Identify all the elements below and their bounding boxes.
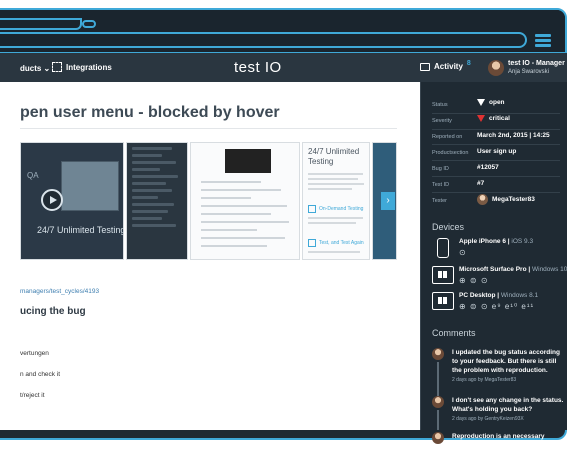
browser-tab[interactable] (0, 18, 82, 30)
reported-label: Reported on (432, 134, 463, 140)
chat-icon (420, 62, 430, 71)
testio-logo[interactable]: test IO (234, 59, 282, 76)
feature-label: Productsection (432, 150, 469, 156)
address-bar[interactable] (0, 32, 527, 48)
step-item: vertungen (20, 350, 49, 357)
integrations-label: Integrations (66, 62, 112, 72)
thread-line (437, 410, 439, 430)
device-item[interactable]: PC Desktop | Windows 8.1 ⊕ ⊜ ⊙ e⁹ e¹⁰ e¹… (432, 292, 538, 311)
user-role[interactable]: test IO - Manager (508, 60, 565, 67)
avatar[interactable] (432, 348, 444, 360)
user-name: Anja Swarovski (508, 69, 550, 75)
gallery-thumbnail-4[interactable]: 24/7 Unlimited Testing On-Demand Testing… (302, 142, 370, 260)
feature-label: Test, and Test Again (319, 240, 364, 246)
severity-label: Severity (432, 118, 452, 124)
tester-label: Tester (432, 198, 447, 204)
play-icon[interactable] (41, 189, 63, 211)
avatar[interactable] (432, 432, 444, 444)
video-caption-qa: QA (27, 171, 39, 180)
gallery-thumbnail-2[interactable] (126, 142, 188, 260)
bug-details-panel: Status open Severity critical Reported o… (420, 82, 567, 449)
gallery-thumbnail-3[interactable] (190, 142, 300, 260)
thumbnail-heading: 24/7 Unlimited Testing (308, 147, 360, 166)
chevron-right-icon[interactable]: › (381, 192, 395, 210)
critical-severity-icon (477, 115, 485, 122)
browser-icons: ⊕ ⊜ ⊙ e⁹ e¹⁰ e¹¹ (459, 302, 535, 311)
integrations-icon (52, 62, 62, 72)
reported-value: March 2nd, 2015 | 14:25 (477, 132, 550, 139)
status-label: Status (432, 102, 448, 108)
comments-heading: Comments (432, 328, 476, 338)
feature-label: On-Demand Testing (319, 206, 364, 212)
browser-icons: ⊕ ⊜ ⊙ (459, 276, 489, 285)
hamburger-menu-icon[interactable] (535, 34, 551, 48)
windows-tablet-icon (432, 266, 454, 284)
feature-icon (308, 205, 316, 213)
step-item: n and check it (20, 371, 61, 378)
tester-avatar (477, 194, 488, 205)
steps-heading: ucing the bug (20, 306, 86, 317)
avatar[interactable] (432, 396, 444, 408)
comment-meta: 2 days ago by GentryKeizen93X (452, 416, 524, 422)
gallery-video-thumbnail[interactable]: QA 24/7 Unlimited Testing (20, 142, 124, 260)
test-id-label: Test ID (432, 182, 450, 188)
activity-link[interactable]: Activity 8 (420, 60, 471, 71)
app-navbar: ducts ⌄ Integrations test IO Activity 8 … (0, 52, 567, 82)
bug-id-label: Bug ID (432, 166, 449, 172)
video-caption: 24/7 Unlimited Testing (37, 225, 124, 235)
test-id-value: #7 (477, 180, 485, 187)
feature-value: User sign up (477, 148, 517, 155)
user-avatar[interactable] (488, 60, 504, 76)
comment-meta: 2 days ago by MegaTester83 (452, 377, 517, 383)
thread-line (437, 362, 439, 396)
page-title: pen user menu - blocked by hover (20, 104, 280, 121)
new-tab-button[interactable] (82, 20, 96, 28)
activity-count-badge: 8 (466, 60, 471, 67)
tester-value[interactable]: MegaTester83 (477, 194, 535, 205)
bug-report-main: pen user menu - blocked by hover QA 24/7… (0, 82, 420, 430)
open-status-icon (477, 99, 485, 106)
step-item: t/reject it (20, 392, 45, 399)
devices-heading: Devices (432, 222, 465, 232)
screenshot-gallery: QA 24/7 Unlimited Testing 24/7 Unlimited… (20, 142, 397, 260)
phone-icon (437, 238, 449, 258)
embedded-video-block (225, 149, 271, 173)
bug-id-value: #12057 (477, 164, 499, 171)
products-menu[interactable]: ducts ⌄ (20, 64, 50, 73)
device-item[interactable]: Microsoft Surface Pro | Windows 10 ⊕ ⊜ ⊙ (432, 266, 567, 285)
desktop-pc-icon (432, 292, 454, 310)
browser-icons: ⊙ (459, 248, 467, 257)
feature-icon (308, 239, 316, 247)
integrations-link[interactable]: Integrations (52, 62, 112, 72)
device-item[interactable]: Apple iPhone 6 | iOS 9.3 ⊙ (432, 238, 533, 258)
status-value[interactable]: open (477, 99, 505, 106)
title-divider (20, 128, 397, 129)
test-cycle-link[interactable]: managers/test_cycles/4193 (20, 288, 99, 295)
severity-value[interactable]: critical (477, 115, 510, 122)
video-preview (61, 161, 119, 211)
activity-label: Activity (434, 62, 463, 71)
